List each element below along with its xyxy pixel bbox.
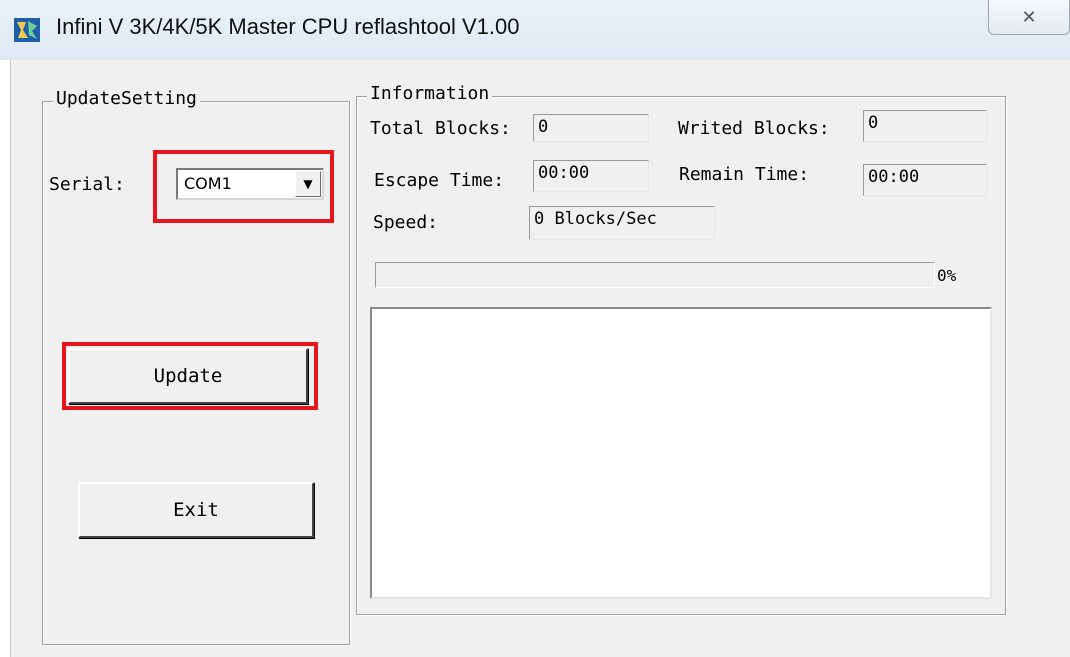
app-icon — [14, 18, 40, 42]
remain-time-label: Remain Time: — [679, 164, 810, 185]
remain-time-field: 00:00 — [863, 164, 987, 196]
total-blocks-label: Total Blocks: — [370, 118, 511, 139]
log-output[interactable] — [370, 307, 992, 599]
title-bar: Infini V 3K/4K/5K Master CPU reflashtool… — [0, 0, 1070, 60]
writed-blocks-field: 0 — [863, 110, 987, 142]
exit-button[interactable]: Exit — [78, 482, 314, 538]
speed-label: Speed: — [373, 212, 439, 233]
total-blocks-field: 0 — [533, 114, 649, 142]
escape-time-label: Escape Time: — [374, 170, 505, 191]
update-setting-title: UpdateSetting — [53, 88, 200, 109]
speed-field: 0 Blocks/Sec — [529, 206, 715, 240]
serial-highlight-box — [153, 150, 334, 223]
progress-bar — [375, 262, 935, 288]
escape-time-field: 00:00 — [533, 160, 649, 192]
close-button[interactable]: ✕ — [988, 0, 1070, 35]
writed-blocks-label: Writed Blocks: — [678, 118, 830, 139]
close-icon: ✕ — [1021, 6, 1037, 28]
client-area: UpdateSetting Serial: COM1 ▼ Update Exit… — [10, 60, 1070, 657]
update-highlight-box — [62, 342, 318, 410]
information-title: Information — [367, 83, 493, 104]
progress-percent: 0% — [937, 266, 957, 285]
serial-label: Serial: — [49, 174, 125, 195]
window-title: Infini V 3K/4K/5K Master CPU reflashtool… — [56, 14, 520, 39]
